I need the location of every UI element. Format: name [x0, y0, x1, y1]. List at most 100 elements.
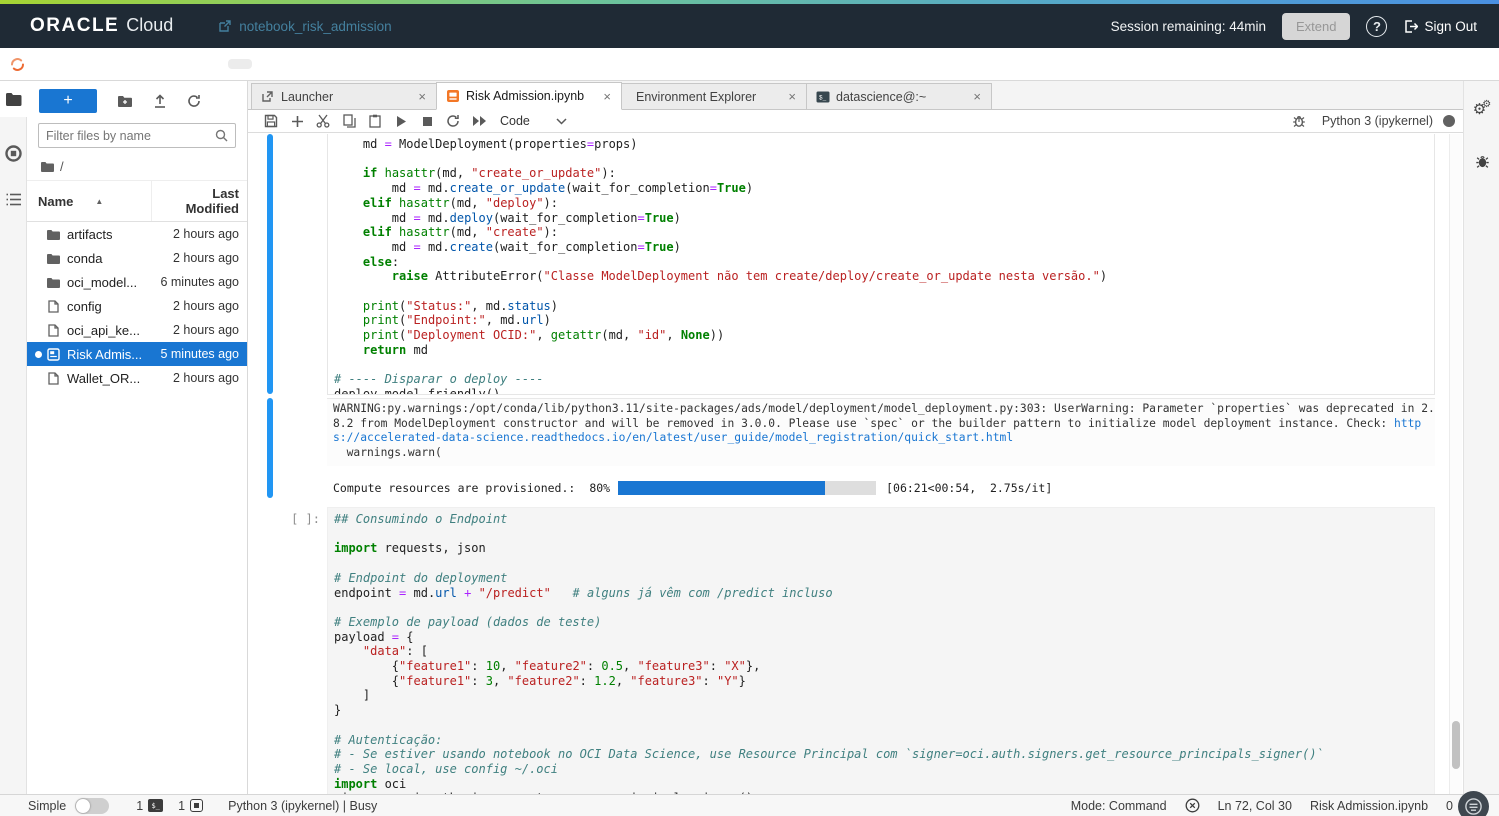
running-sessions-tab-icon[interactable]	[0, 135, 27, 171]
sign-out-label: Sign Out	[1424, 19, 1477, 34]
notifications-muted-icon[interactable]	[1185, 798, 1200, 813]
new-folder-icon[interactable]	[117, 95, 133, 108]
breadcrumb-root[interactable]: /	[60, 159, 64, 174]
file-modified-time: 2 hours ago	[151, 227, 247, 241]
file-row[interactable]: Wallet_OR... 2 hours ago	[27, 366, 247, 390]
help-icon[interactable]: ?	[1366, 16, 1387, 37]
copy-cells-icon[interactable]	[336, 111, 362, 131]
property-inspector-tab-icon[interactable]: ⚙⚙	[1464, 89, 1499, 129]
interrupt-kernel-icon[interactable]	[414, 111, 440, 131]
close-tab-icon[interactable]: ×	[786, 89, 798, 104]
dock-tab[interactable]: $_ datascience@:~ ×	[806, 83, 992, 109]
new-launcher-button[interactable]: +	[39, 89, 97, 113]
file-row[interactable]: oci_model... 6 minutes ago	[27, 270, 247, 294]
cell1-output-collapser[interactable]	[267, 398, 273, 498]
run-cell-icon[interactable]	[388, 111, 414, 131]
oci-jupyterlab-window: ORACLE Cloud notebook_risk_admission Ses…	[0, 0, 1499, 816]
toggle-knob	[76, 799, 90, 813]
oracle-cloud-logo: ORACLE Cloud	[30, 15, 173, 37]
menu-item[interactable]	[108, 59, 132, 69]
right-activity-bar: ⚙⚙	[1463, 81, 1499, 794]
menu-item[interactable]	[180, 59, 204, 69]
progress-bar-fill	[618, 481, 824, 495]
dock-tab[interactable]: $_ Environment Explorer ×	[621, 83, 807, 109]
cursor-position-indicator[interactable]: Ln 72, Col 30	[1218, 799, 1292, 813]
menu-item[interactable]	[204, 59, 228, 69]
progress-label: Compute resources are provisioned.:	[333, 481, 575, 495]
unsaved-dot	[35, 279, 42, 286]
unsaved-dot	[35, 351, 42, 358]
notification-count[interactable]: 0	[1446, 799, 1453, 813]
cell2-code-editor[interactable]: ## Consumindo o Endpoint import requests…	[327, 507, 1435, 794]
file-row[interactable]: Risk Admis... 5 minutes ago	[27, 342, 247, 366]
menu-item[interactable]	[132, 59, 156, 69]
terminal-icon: $_	[148, 799, 163, 812]
column-modified-header[interactable]: Last Modified	[151, 181, 247, 221]
running-kernels-indicator[interactable]: 1	[178, 799, 203, 813]
cell1-input-collapser[interactable]	[267, 134, 273, 394]
file-row[interactable]: oci_api_ke... 2 hours ago	[27, 318, 247, 342]
mode-indicator[interactable]: Mode: Command	[1071, 799, 1167, 813]
menu-item[interactable]	[60, 59, 84, 69]
launcher-tab-icon	[260, 89, 275, 104]
column-name-header[interactable]: Name ▲	[27, 181, 151, 221]
notebook-scrollbar-track[interactable]	[1449, 134, 1462, 794]
file-type-icon	[45, 253, 61, 264]
cell-type-dropdown[interactable]: Code	[500, 114, 567, 128]
file-browser-tab-icon[interactable]	[0, 81, 27, 117]
active-file-label: Risk Admission.ipynb	[1310, 799, 1428, 813]
save-icon[interactable]	[258, 111, 284, 131]
unsaved-dot	[35, 303, 42, 310]
breadcrumb[interactable]: /	[27, 152, 247, 180]
file-row[interactable]: config 2 hours ago	[27, 294, 247, 318]
kernel-status-label[interactable]: Python 3 (ipykernel) | Busy	[228, 799, 377, 813]
tab-label: Launcher	[281, 90, 416, 104]
dock-tab[interactable]: $_ Risk Admission.ipynb ×	[436, 82, 622, 110]
unsaved-dot	[35, 231, 42, 238]
simple-mode-toggle[interactable]	[75, 798, 109, 814]
progress-bar-track	[618, 481, 876, 495]
file-name: Wallet_OR...	[67, 371, 151, 386]
kernel-name-label[interactable]: Python 3 (ipykernel)	[1322, 114, 1433, 128]
running-terminals-indicator[interactable]: 1 $_	[136, 799, 163, 813]
dock-tab[interactable]: $_ Launcher ×	[251, 83, 437, 109]
sign-out-button[interactable]: Sign Out	[1403, 19, 1477, 34]
menu-item[interactable]	[156, 59, 180, 69]
progress-percent: 80%	[589, 481, 610, 495]
menu-item[interactable]	[228, 59, 252, 69]
sort-ascending-icon: ▲	[95, 197, 103, 206]
table-of-contents-tab-icon[interactable]	[0, 181, 27, 217]
restart-run-all-icon[interactable]	[466, 111, 492, 131]
extend-session-button[interactable]: Extend	[1282, 13, 1350, 40]
oci-console-header: ORACLE Cloud notebook_risk_admission Ses…	[0, 4, 1499, 48]
notebook-session-name: notebook_risk_admission	[239, 19, 391, 34]
notebook-session-link[interactable]: notebook_risk_admission	[218, 19, 391, 34]
upload-icon[interactable]	[153, 94, 167, 108]
filter-files-input[interactable]	[46, 129, 215, 143]
debugger-tab-icon[interactable]	[1464, 141, 1499, 181]
menu-item[interactable]	[36, 59, 60, 69]
cell1-code-editor[interactable]: md = ModelDeployment(properties=props) i…	[327, 134, 1435, 395]
assistant-fab-button[interactable]	[1458, 791, 1489, 816]
close-tab-icon[interactable]: ×	[971, 89, 983, 104]
logo-oracle-text: ORACLE	[30, 15, 119, 37]
file-row[interactable]: conda 2 hours ago	[27, 246, 247, 270]
paste-cells-icon[interactable]	[362, 111, 388, 131]
cut-cells-icon[interactable]	[310, 111, 336, 131]
menu-item[interactable]	[84, 59, 108, 69]
debugger-toggle-icon[interactable]	[1286, 111, 1312, 131]
refresh-icon[interactable]	[187, 94, 201, 108]
close-tab-icon[interactable]: ×	[601, 89, 613, 104]
tab-label: Risk Admission.ipynb	[466, 89, 601, 103]
file-row[interactable]: artifacts 2 hours ago	[27, 222, 247, 246]
notebook-tab-icon	[445, 89, 460, 104]
notebook-scrollbar-thumb[interactable]	[1452, 721, 1460, 769]
simple-mode-label: Simple	[28, 799, 66, 813]
restart-kernel-icon[interactable]	[440, 111, 466, 131]
insert-cell-icon[interactable]	[284, 111, 310, 131]
close-tab-icon[interactable]: ×	[416, 89, 428, 104]
logo-cloud-text: Cloud	[126, 15, 173, 36]
cell1-output-area: WARNING:py.warnings:/opt/conda/lib/pytho…	[327, 398, 1435, 499]
file-list-header: Name ▲ Last Modified	[27, 180, 247, 222]
notebook-scroll-area[interactable]: md = ModelDeployment(properties=props) i…	[248, 134, 1463, 794]
